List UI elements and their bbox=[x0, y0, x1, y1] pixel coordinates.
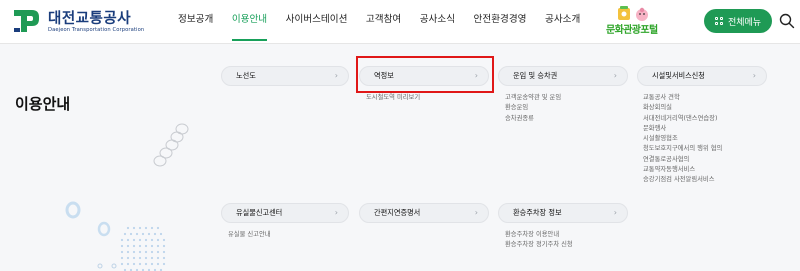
submenu-item[interactable]: 화상회의실 bbox=[643, 103, 722, 113]
culture-portal-label: 문화관광포털 bbox=[606, 25, 658, 36]
submenu-item[interactable]: 연결통로공사협의 bbox=[643, 155, 722, 165]
menu-fare-ticket[interactable]: 운임 및 승차권 › bbox=[498, 66, 628, 86]
page-title: 이용안내 bbox=[15, 95, 71, 113]
selection-highlight-box bbox=[356, 56, 494, 93]
submenu-item[interactable]: 시설촬영협조 bbox=[643, 134, 722, 144]
submenu-item[interactable]: 승강기점검 사전알림서비스 bbox=[643, 175, 722, 185]
submenu-item[interactable]: 서대전네거리역(댄스연습장) bbox=[643, 114, 722, 124]
gnb-corporation-news[interactable]: 공사소식 bbox=[420, 0, 455, 44]
logo-mark-icon bbox=[14, 10, 39, 32]
menu-fare-ticket-label: 운임 및 승차권 bbox=[513, 71, 558, 80]
submenu-item[interactable]: 교통약자동행서비스 bbox=[643, 165, 722, 175]
culture-portal-link[interactable]: 문화관광포털 bbox=[604, 4, 668, 40]
menu-facility-service[interactable]: 시설및서비스신청 › bbox=[637, 66, 767, 86]
submenu-item[interactable]: 문화행사 bbox=[643, 124, 722, 134]
search-icon[interactable] bbox=[779, 13, 795, 29]
chevron-right-icon: › bbox=[334, 208, 338, 217]
logo-english-text: Daejeon Transportation Corporation bbox=[48, 27, 145, 33]
lost-found-submenu: 유실물 신고안내 bbox=[228, 230, 271, 240]
fare-ticket-submenu: 고객운송약관 및 운임 환승운임 승차권종류 bbox=[505, 93, 561, 124]
station-info-submenu: 도시철도역 미리보기 bbox=[366, 93, 420, 103]
chevron-right-icon: › bbox=[613, 208, 617, 217]
submenu-item[interactable]: 도시철도역 미리보기 bbox=[366, 93, 420, 103]
gnb-info-disclosure[interactable]: 정보공개 bbox=[178, 0, 213, 44]
facility-service-submenu: 교통공사 견학 화상회의실 서대전네거리역(댄스연습장) 문화행사 시설촬영협조… bbox=[643, 93, 722, 186]
all-menu-button[interactable]: 전체메뉴 bbox=[704, 9, 772, 33]
chevron-right-icon: › bbox=[613, 71, 617, 80]
logo-korean-text: 대전교통공사 bbox=[48, 11, 132, 27]
menu-transfer-parking[interactable]: 환승주차장 정보 › bbox=[498, 203, 628, 223]
submenu-item[interactable]: 환승주차장 정기주차 신청 bbox=[505, 240, 573, 250]
global-navigation: 정보공개 이용안내 사이버스테이션 고객참여 공사소식 안전환경경영 공사소개 bbox=[178, 0, 599, 44]
usage-guide-submenu-panel: 이용안내 노선도 › 역정보 › 도시철도역 미리보기 운임 및 승차권 › 고… bbox=[0, 44, 800, 271]
menu-lost-found[interactable]: 유실물신고센터 › bbox=[221, 203, 349, 223]
decorative-pattern-icon bbox=[65, 123, 189, 271]
site-logo[interactable]: 대전교통공사 Daejeon Transportation Corporatio… bbox=[12, 7, 162, 39]
submenu-item[interactable]: 환승주차장 이용안내 bbox=[505, 230, 573, 240]
menu-delay-certificate[interactable]: 간편지연증명서 › bbox=[359, 203, 489, 223]
gnb-customer-participation[interactable]: 고객참여 bbox=[366, 0, 401, 44]
menu-transfer-parking-label: 환승주차장 정보 bbox=[513, 208, 562, 217]
submenu-item[interactable]: 유실물 신고안내 bbox=[228, 230, 271, 240]
menu-route-map[interactable]: 노선도 › bbox=[221, 66, 349, 86]
submenu-item[interactable]: 고객운송약관 및 운임 bbox=[505, 93, 561, 103]
submenu-item[interactable]: 환승운임 bbox=[505, 103, 561, 113]
grid-icon bbox=[714, 16, 724, 26]
menu-lost-found-label: 유실물신고센터 bbox=[236, 208, 283, 217]
gnb-about[interactable]: 공사소개 bbox=[545, 0, 580, 44]
chevron-right-icon: › bbox=[752, 71, 756, 80]
menu-facility-service-label: 시설및서비스신청 bbox=[652, 71, 705, 80]
menu-route-map-label: 노선도 bbox=[236, 71, 256, 80]
chevron-right-icon: › bbox=[334, 71, 338, 80]
transfer-parking-submenu: 환승주차장 이용안내 환승주차장 정기주차 신청 bbox=[505, 230, 573, 251]
gnb-safety-environment[interactable]: 안전환경경영 bbox=[474, 0, 527, 44]
all-menu-label: 전체메뉴 bbox=[727, 17, 762, 28]
submenu-item[interactable]: 교통공사 견학 bbox=[643, 93, 722, 103]
submenu-item[interactable]: 승차권종류 bbox=[505, 114, 561, 124]
chevron-right-icon: › bbox=[474, 208, 478, 217]
gnb-cyber-station[interactable]: 사이버스테이션 bbox=[286, 0, 348, 44]
submenu-item[interactable]: 청도보호지구에서의 행위 협의 bbox=[643, 144, 722, 154]
menu-delay-certificate-label: 간편지연증명서 bbox=[374, 208, 421, 217]
site-header: 대전교통공사 Daejeon Transportation Corporatio… bbox=[0, 0, 800, 44]
gnb-usage-guide[interactable]: 이용안내 bbox=[231, 0, 268, 44]
